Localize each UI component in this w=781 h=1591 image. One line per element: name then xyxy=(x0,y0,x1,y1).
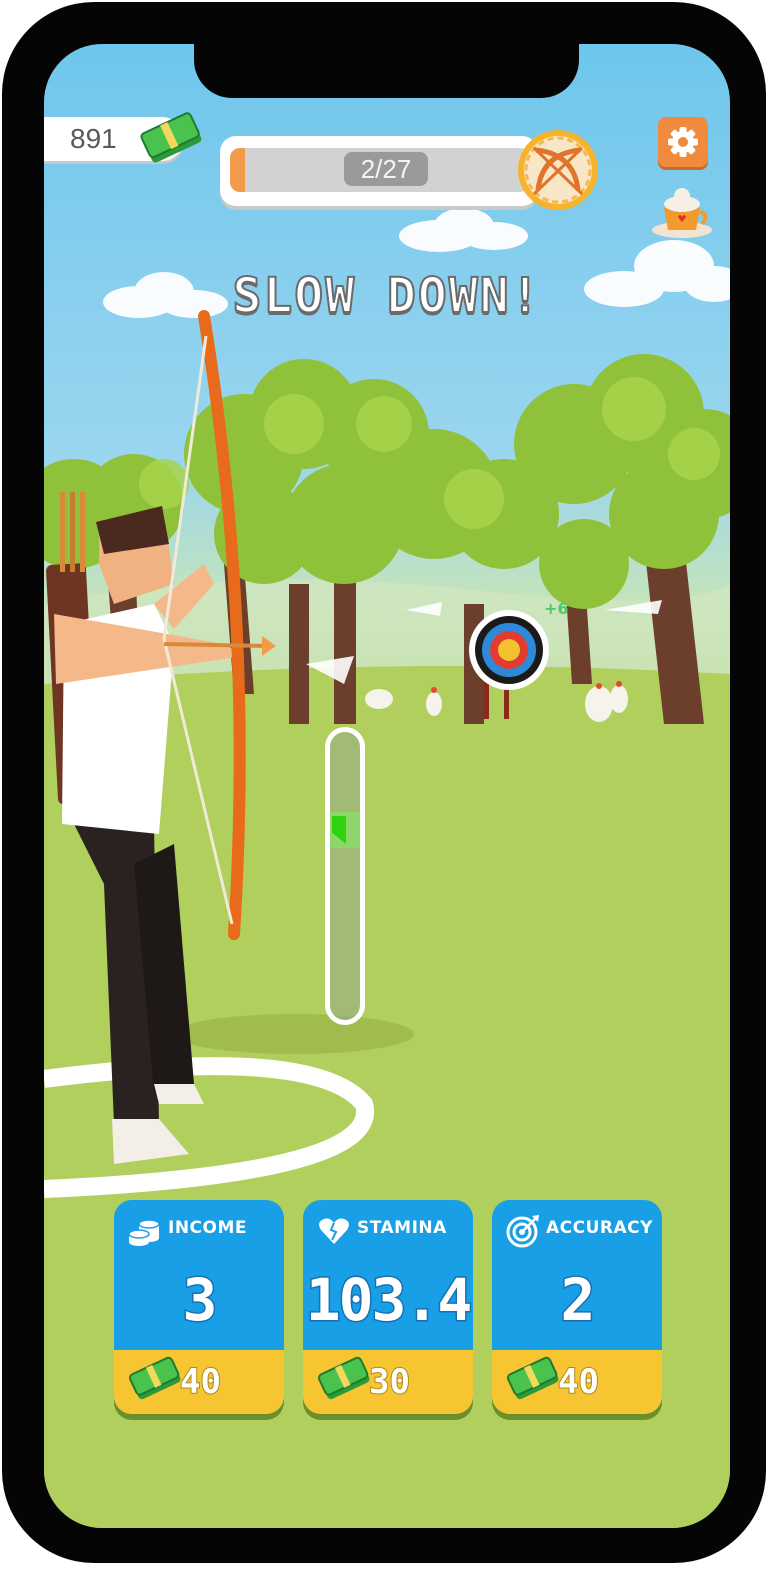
settings-button[interactable] xyxy=(658,117,708,167)
coins-icon xyxy=(128,1219,160,1246)
level-progress-label: 2/27 xyxy=(344,152,428,186)
money-value: 891 xyxy=(70,123,117,154)
level-progress-fill xyxy=(230,148,245,192)
upgrade-card-accuracy[interactable]: ACCURACY 2 40 xyxy=(492,1200,662,1414)
cash-icon xyxy=(317,1356,370,1400)
cash-icon xyxy=(128,1356,181,1400)
shot-power-meter xyxy=(325,727,365,1025)
upgrade-card-stamina[interactable]: STAMINA 103.4 30 xyxy=(303,1200,473,1414)
coffee-icon[interactable] xyxy=(650,180,714,242)
heart-icon xyxy=(319,1218,349,1244)
upgrade-title: STAMINA xyxy=(357,1218,447,1238)
crossed-bows-icon xyxy=(518,130,598,210)
hit-reward-text: +6 xyxy=(544,599,569,618)
phone-frame: +6 891 2/27 SLOW DOWN! INCOME 3 40 STAMI… xyxy=(2,2,766,1563)
feedback-message: SLOW DOWN! xyxy=(232,267,542,325)
game-screen[interactable]: +6 891 2/27 SLOW DOWN! INCOME 3 40 STAMI… xyxy=(44,44,730,1528)
upgrade-value: 103.4 xyxy=(304,1265,473,1336)
upgrade-value: 3 xyxy=(181,1265,219,1336)
target-icon xyxy=(506,1215,539,1248)
level-progress-bar: 2/27 xyxy=(220,136,538,206)
cloud xyxy=(399,208,528,252)
upgrade-price: 40 xyxy=(557,1361,600,1403)
cash-icon xyxy=(506,1356,559,1400)
upgrade-title: ACCURACY xyxy=(546,1218,653,1238)
upgrade-price: 30 xyxy=(368,1361,411,1403)
gear-icon xyxy=(668,127,698,157)
upgrade-price: 40 xyxy=(179,1361,222,1403)
upgrade-card-income[interactable]: INCOME 3 40 xyxy=(114,1200,284,1414)
cash-icon xyxy=(140,112,202,163)
upgrade-value: 2 xyxy=(559,1265,597,1336)
upgrade-title: INCOME xyxy=(168,1218,248,1238)
phone-notch xyxy=(194,44,579,98)
